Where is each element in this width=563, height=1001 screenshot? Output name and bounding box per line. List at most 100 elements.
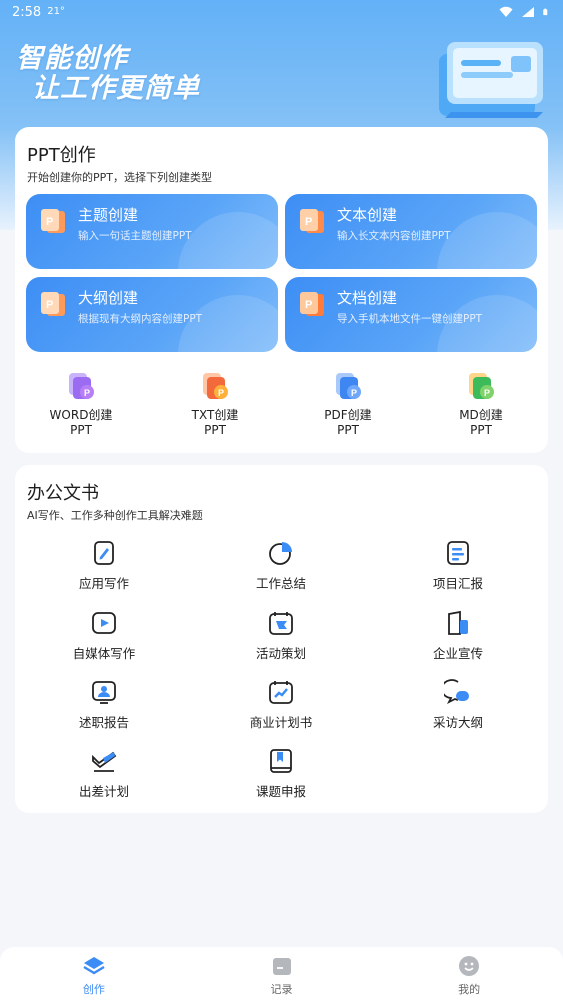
- tile-decoration: [437, 212, 537, 269]
- svg-text:P: P: [84, 388, 90, 398]
- tab-mine[interactable]: 我的: [375, 947, 563, 1001]
- svg-text:P: P: [305, 216, 312, 228]
- wifi-icon: [499, 6, 513, 17]
- chat-bubble-icon: [444, 679, 469, 705]
- converter-label-line2: PPT: [470, 423, 492, 437]
- smiley-icon: [459, 956, 480, 976]
- svg-text:P: P: [305, 299, 312, 311]
- md-ppt-icon: P: [469, 373, 494, 399]
- status-temperature: 21°: [47, 5, 65, 17]
- office-item-project-report[interactable]: 项目汇报: [383, 539, 533, 592]
- tile-description: 根据现有大纲内容创建PPT: [78, 313, 203, 325]
- word-ppt-icon: P: [69, 373, 94, 399]
- hero-line1: 智能创作: [16, 43, 128, 74]
- office-item-label: 应用写作: [78, 576, 129, 591]
- office-item-label: 述职报告: [78, 715, 129, 730]
- office-item-label: 自媒体写作: [72, 646, 136, 661]
- tile-description: 导入手机本地文件一键创建PPT: [337, 313, 483, 325]
- office-item-label: 采访大纲: [432, 715, 483, 730]
- converter-label-line2: PPT: [337, 423, 359, 437]
- office-section-subtitle: AI写作、工作多种创作工具解决难题: [27, 509, 203, 522]
- tile-text-create[interactable]: P 文本创建 输入长文本内容创建PPT: [285, 194, 537, 269]
- tab-records[interactable]: 记录: [188, 947, 376, 1001]
- tile-name: 大纲创建: [78, 289, 139, 307]
- office-item-corporate-promo[interactable]: 企业宣传: [383, 609, 533, 662]
- txt-ppt-icon: P: [203, 373, 228, 399]
- office-section-title: 办公文书: [27, 483, 99, 504]
- converter-label-line1: WORD创建: [49, 408, 113, 422]
- building-icon: [448, 610, 468, 635]
- pie-chart-icon: [269, 542, 292, 565]
- ppt-document-icon: P: [300, 292, 324, 316]
- tile-name: 文档创建: [337, 289, 398, 307]
- hero-illustration-icon: [439, 42, 543, 118]
- ppt-section-title: PPT创作: [27, 145, 96, 166]
- hero-title: 智能创作 让工作更简单: [16, 44, 200, 104]
- battery-icon: [543, 8, 548, 16]
- tile-outline-create[interactable]: P 大纲创建 根据现有大纲内容创建PPT: [26, 277, 278, 352]
- status-bar: 2:58 21°: [0, 0, 563, 24]
- office-item-trip-plan[interactable]: 出差计划: [29, 747, 179, 800]
- office-item-label: 课题申报: [255, 784, 306, 799]
- converter-label-line2: PPT: [204, 423, 226, 437]
- office-item-applied-writing[interactable]: 应用写作: [29, 539, 179, 592]
- md-create-ppt-button[interactable]: P MD创建 PPT: [431, 370, 531, 438]
- office-docs-card: 办公文书 AI写作、工作多种创作工具解决难题 应用写作 工作总结 项目汇报 自媒…: [15, 465, 548, 813]
- hero-line2: 让工作更简单: [32, 73, 200, 104]
- tile-decoration: [178, 212, 278, 269]
- office-item-label: 项目汇报: [432, 576, 483, 591]
- calendar-flag-icon: [269, 612, 293, 635]
- book-icon: [270, 749, 292, 773]
- tab-label: 记录: [270, 983, 293, 996]
- tile-description: 输入一句话主题创建PPT: [78, 230, 192, 242]
- ppt-topic-icon: P: [41, 209, 65, 233]
- tile-document-create[interactable]: P 文档创建 导入手机本地文件一键创建PPT: [285, 277, 537, 352]
- office-item-label: 企业宣传: [432, 646, 483, 661]
- tile-topic-create[interactable]: P 主题创建 输入一句话主题创建PPT: [26, 194, 278, 269]
- tile-description: 输入长文本内容创建PPT: [337, 230, 451, 242]
- converter-label-line1: TXT创建: [191, 408, 239, 422]
- folder-icon: [272, 958, 291, 975]
- signal-icon: [522, 7, 534, 17]
- video-play-icon: [92, 612, 116, 634]
- tab-label: 我的: [458, 983, 481, 996]
- tab-label: 创作: [82, 983, 105, 996]
- ppt-section-subtitle: 开始创建你的PPT，选择下列创建类型: [27, 171, 212, 184]
- svg-text:P: P: [46, 216, 53, 228]
- office-item-business-plan[interactable]: 商业计划书: [206, 678, 356, 731]
- office-item-label: 商业计划书: [249, 715, 313, 730]
- person-screen-icon: [92, 681, 116, 704]
- svg-text:P: P: [484, 388, 490, 398]
- office-item-label: 出差计划: [78, 784, 129, 799]
- office-item-topic-application[interactable]: 课题申报: [206, 747, 356, 800]
- tab-create[interactable]: 创作: [0, 947, 188, 1001]
- office-item-interview-outline[interactable]: 采访大纲: [383, 678, 533, 731]
- ppt-outline-icon: P: [41, 292, 65, 316]
- plane-icon: [92, 751, 117, 772]
- office-item-label: 活动策划: [255, 646, 306, 661]
- pen-doc-icon: [94, 541, 114, 565]
- tile-name: 文本创建: [337, 206, 398, 224]
- trend-calendar-icon: [269, 681, 293, 704]
- office-item-duty-report[interactable]: 述职报告: [29, 678, 179, 731]
- ppt-creation-card: PPT创作 开始创建你的PPT，选择下列创建类型 P 主题创建 输入一句话主题创…: [15, 127, 548, 453]
- tile-name: 主题创建: [78, 206, 139, 224]
- office-item-work-summary[interactable]: 工作总结: [206, 539, 356, 592]
- word-create-ppt-button[interactable]: P WORD创建 PPT: [31, 370, 131, 438]
- bottom-tab-bar: 创作 记录 我的: [0, 947, 563, 1001]
- txt-create-ppt-button[interactable]: P TXT创建 PPT: [165, 370, 265, 438]
- ppt-text-icon: P: [300, 209, 324, 233]
- converter-label-line1: MD创建: [459, 408, 503, 422]
- office-item-media-writing[interactable]: 自媒体写作: [29, 609, 179, 662]
- office-item-event-planning[interactable]: 活动策划: [206, 609, 356, 662]
- svg-text:P: P: [351, 388, 357, 398]
- pdf-create-ppt-button[interactable]: P PDF创建 PPT: [298, 370, 398, 438]
- status-time: 2:58: [12, 4, 42, 20]
- pdf-ppt-icon: P: [336, 373, 361, 399]
- svg-text:P: P: [46, 299, 53, 311]
- converter-label-line2: PPT: [70, 423, 92, 437]
- create-layers-icon: [83, 957, 105, 975]
- office-item-label: 工作总结: [255, 576, 306, 591]
- list-board-icon: [447, 541, 469, 565]
- converter-label-line1: PDF创建: [324, 408, 372, 422]
